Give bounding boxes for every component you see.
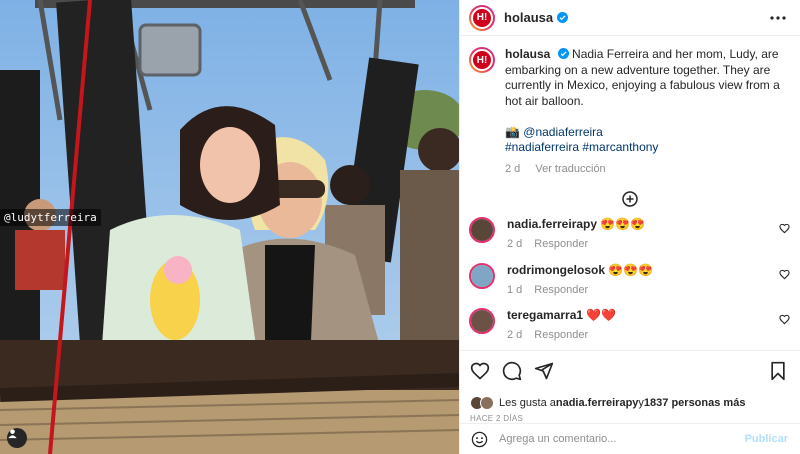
comment-username[interactable]: nadia.ferreirapy xyxy=(507,217,597,231)
header-username[interactable]: holausa xyxy=(504,10,553,25)
liker-avatar xyxy=(480,396,494,410)
caption-time: 2 d xyxy=(505,162,521,175)
photo-user-tag[interactable]: @ludytferreira xyxy=(0,209,101,226)
add-comment-bar: Publicar xyxy=(460,423,800,454)
likes-prefix: Les gusta a xyxy=(499,397,556,409)
post-caption: H! holausa Nadia Ferreira and her mom, L… xyxy=(469,37,790,177)
header-avatar[interactable]: H! xyxy=(469,4,495,31)
caption-avatar-logo: H! xyxy=(471,49,493,71)
avatar-logo: H! xyxy=(471,6,493,29)
comment-item: rodrimongelosok 😍😍😍 1 d Responder xyxy=(469,262,790,309)
tagged-users-icon[interactable] xyxy=(7,428,27,448)
caption-hashtags[interactable]: #nadiaferreira #marcanthony xyxy=(505,140,790,156)
comment-avatar[interactable] xyxy=(469,217,495,243)
share-icon[interactable] xyxy=(534,361,554,381)
likes-summary[interactable]: Les gusta a nadia.ferreirapy y 1837 pers… xyxy=(470,396,788,410)
post-photo[interactable]: @ludytferreira xyxy=(0,0,459,454)
comment-text: 😍😍😍 xyxy=(600,217,646,231)
comment-text: ❤️❤️ xyxy=(586,308,617,322)
post-details-panel: H! holausa H! holausa Nadia Ferreira and… xyxy=(459,0,800,454)
comment-time: 1 d xyxy=(507,283,523,296)
reply-button[interactable]: Responder xyxy=(534,329,588,341)
reply-button[interactable]: Responder xyxy=(534,238,588,250)
likes-count[interactable]: 1837 personas más xyxy=(644,397,746,409)
comment-avatar[interactable] xyxy=(469,308,495,334)
like-heart-icon[interactable] xyxy=(470,361,490,381)
comment-item: nadia.ferreirapy 😍😍😍 2 d Responder xyxy=(469,217,790,263)
comment-avatar[interactable] xyxy=(469,262,495,289)
comment-like-icon[interactable] xyxy=(779,223,790,234)
comment-like-icon[interactable] xyxy=(779,269,790,280)
post-header: H! holausa xyxy=(460,0,800,36)
caption-username[interactable]: holausa xyxy=(505,47,550,61)
caption-avatar[interactable]: H! xyxy=(469,47,495,73)
comment-input[interactable] xyxy=(499,433,745,445)
load-more-comments-button[interactable] xyxy=(469,191,790,207)
plus-circle-icon xyxy=(621,191,638,207)
comment-time: 2 d xyxy=(507,329,523,341)
comment-icon[interactable] xyxy=(502,361,522,381)
balloon-photo-illustration xyxy=(0,0,459,454)
comments-list[interactable]: H! holausa Nadia Ferreira and her mom, L… xyxy=(460,37,800,348)
translate-link[interactable]: Ver traducción xyxy=(535,163,605,175)
publish-button[interactable]: Publicar xyxy=(745,433,788,445)
comment-username[interactable]: teregamarra1 xyxy=(507,308,583,322)
post-actions: Les gusta a nadia.ferreirapy y 1837 pers… xyxy=(460,350,800,423)
reply-button[interactable]: Responder xyxy=(534,284,588,296)
comment-time: 2 d xyxy=(507,238,523,250)
likes-user[interactable]: nadia.ferreirapy xyxy=(556,397,639,409)
caption-verified-icon xyxy=(557,48,569,59)
post-date: HACE 2 DÍAS xyxy=(470,414,524,423)
comment-like-icon[interactable] xyxy=(779,314,790,325)
comment-item: teregamarra1 ❤️❤️ 2 d Responder xyxy=(469,308,790,348)
comment-username[interactable]: rodrimongelosok xyxy=(507,263,605,277)
comment-text: 😍😍😍 xyxy=(608,262,654,277)
more-options-icon[interactable] xyxy=(768,8,788,28)
emoji-icon[interactable] xyxy=(471,431,488,448)
verified-badge-icon xyxy=(557,12,569,23)
caption-mention[interactable]: 📸 @nadiaferreira xyxy=(505,125,790,141)
save-bookmark-icon[interactable] xyxy=(768,361,788,381)
